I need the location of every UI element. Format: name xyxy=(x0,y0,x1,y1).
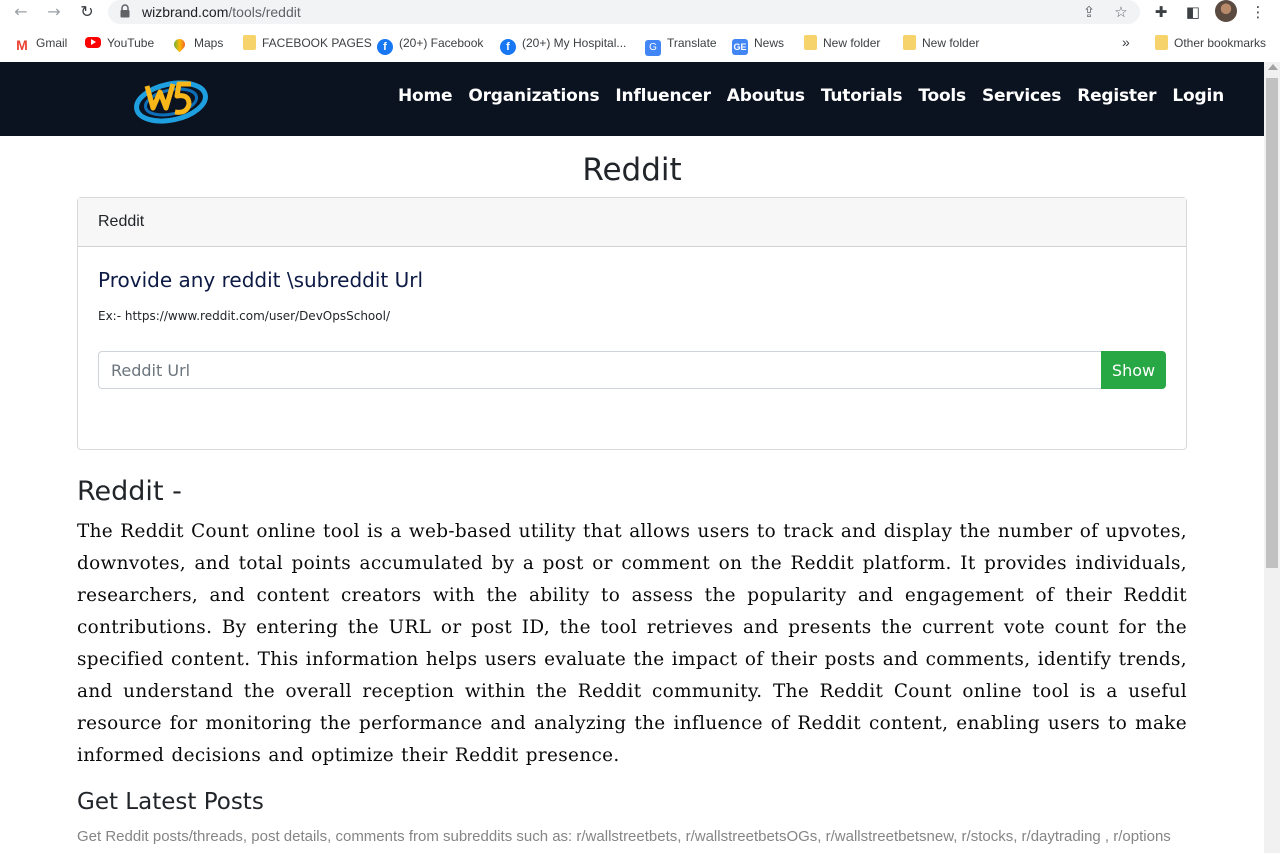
bookmarks-overflow-icon[interactable]: » xyxy=(1122,34,1130,50)
side-panel-icon[interactable]: ◧ xyxy=(1184,3,1202,21)
browser-toolbar: ← → ↻ wizbrand.com/tools/reddit ⇪ ☆ ✚ ◧ … xyxy=(0,0,1280,24)
reddit-tool-card: Reddit Provide any reddit \subreddit Url… xyxy=(77,197,1187,450)
lock-icon xyxy=(120,4,130,18)
share-icon[interactable]: ⇪ xyxy=(1080,3,1098,21)
bookmark-other[interactable]: Other bookmarks xyxy=(1155,34,1266,52)
nav-organizations[interactable]: Organizations xyxy=(468,86,599,106)
facebook-icon: f xyxy=(500,39,516,55)
gmail-icon: M xyxy=(16,37,28,53)
latest-posts-subtitle: Get Reddit posts/threads, post details, … xyxy=(77,828,1171,845)
bookmark-new-folder-2[interactable]: New folder xyxy=(903,34,979,52)
folder-icon xyxy=(804,35,817,50)
card-header: Reddit xyxy=(78,198,1186,247)
youtube-icon xyxy=(85,37,101,48)
nav-tools[interactable]: Tools xyxy=(918,86,966,106)
scrollbar-thumb[interactable] xyxy=(1266,78,1278,568)
bookmark-new-folder-1[interactable]: New folder xyxy=(804,34,880,52)
folder-icon xyxy=(243,35,256,50)
reload-icon[interactable]: ↻ xyxy=(77,2,97,22)
bookmark-gmail[interactable]: M Gmail xyxy=(14,34,67,53)
latest-posts-heading: Get Latest Posts xyxy=(77,789,264,815)
bookmark-my-hospital[interactable]: f (20+) My Hospital... xyxy=(500,34,626,55)
nav-login[interactable]: Login xyxy=(1172,86,1224,106)
tool-description: The Reddit Count online tool is a web-ba… xyxy=(77,521,1187,766)
nav-services[interactable]: Services xyxy=(982,86,1061,106)
card-heading: Provide any reddit \subreddit Url xyxy=(98,268,424,292)
news-icon: GE xyxy=(732,39,748,55)
show-button[interactable]: Show xyxy=(1101,351,1166,389)
wizbrand-logo[interactable] xyxy=(133,72,209,126)
bookmark-facebook[interactable]: f (20+) Facebook xyxy=(377,34,483,55)
page-title: Reddit xyxy=(582,152,682,188)
nav-tutorials[interactable]: Tutorials xyxy=(821,86,903,106)
section-heading: Reddit - xyxy=(77,476,182,507)
nav-influencer[interactable]: Influencer xyxy=(615,86,711,106)
menu-kebab-icon[interactable]: ⋮ xyxy=(1249,3,1267,21)
site-header: Home Organizations Influencer Aboutus Tu… xyxy=(0,62,1264,136)
profile-avatar[interactable] xyxy=(1215,0,1237,22)
nav-home[interactable]: Home xyxy=(398,86,453,106)
translate-icon: G xyxy=(645,40,661,56)
forward-arrow-icon[interactable]: → xyxy=(44,2,64,22)
bookmark-maps[interactable]: Maps xyxy=(171,34,223,53)
folder-icon xyxy=(903,35,916,50)
site-nav: Home Organizations Influencer Aboutus Tu… xyxy=(398,86,1224,106)
bookmark-facebook-pages[interactable]: FACEBOOK PAGES xyxy=(243,34,372,52)
reddit-url-input[interactable] xyxy=(98,351,1102,389)
bookmarks-bar: M Gmail YouTube Maps FACEBOOK PAGES f (20+… xyxy=(0,30,1280,56)
bookmark-translate[interactable]: G Translate xyxy=(645,34,717,56)
nav-aboutus[interactable]: Aboutus xyxy=(727,86,805,106)
maps-icon xyxy=(171,36,188,53)
bookmark-youtube[interactable]: YouTube xyxy=(85,34,154,52)
nav-register[interactable]: Register xyxy=(1077,86,1156,106)
folder-icon xyxy=(1155,35,1168,50)
star-icon[interactable]: ☆ xyxy=(1112,3,1130,21)
example-url-text: Ex:- https://www.reddit.com/user/DevOpsS… xyxy=(98,309,390,323)
address-bar[interactable]: wizbrand.com/tools/reddit ⇪ ☆ xyxy=(108,0,1140,24)
extensions-icon[interactable]: ✚ xyxy=(1152,3,1170,21)
url-text: wizbrand.com/tools/reddit xyxy=(142,4,301,20)
scroll-up-arrow-icon[interactable] xyxy=(1268,64,1278,70)
back-arrow-icon[interactable]: ← xyxy=(11,2,31,22)
facebook-icon: f xyxy=(377,39,393,55)
bookmark-news[interactable]: GE News xyxy=(732,34,784,55)
